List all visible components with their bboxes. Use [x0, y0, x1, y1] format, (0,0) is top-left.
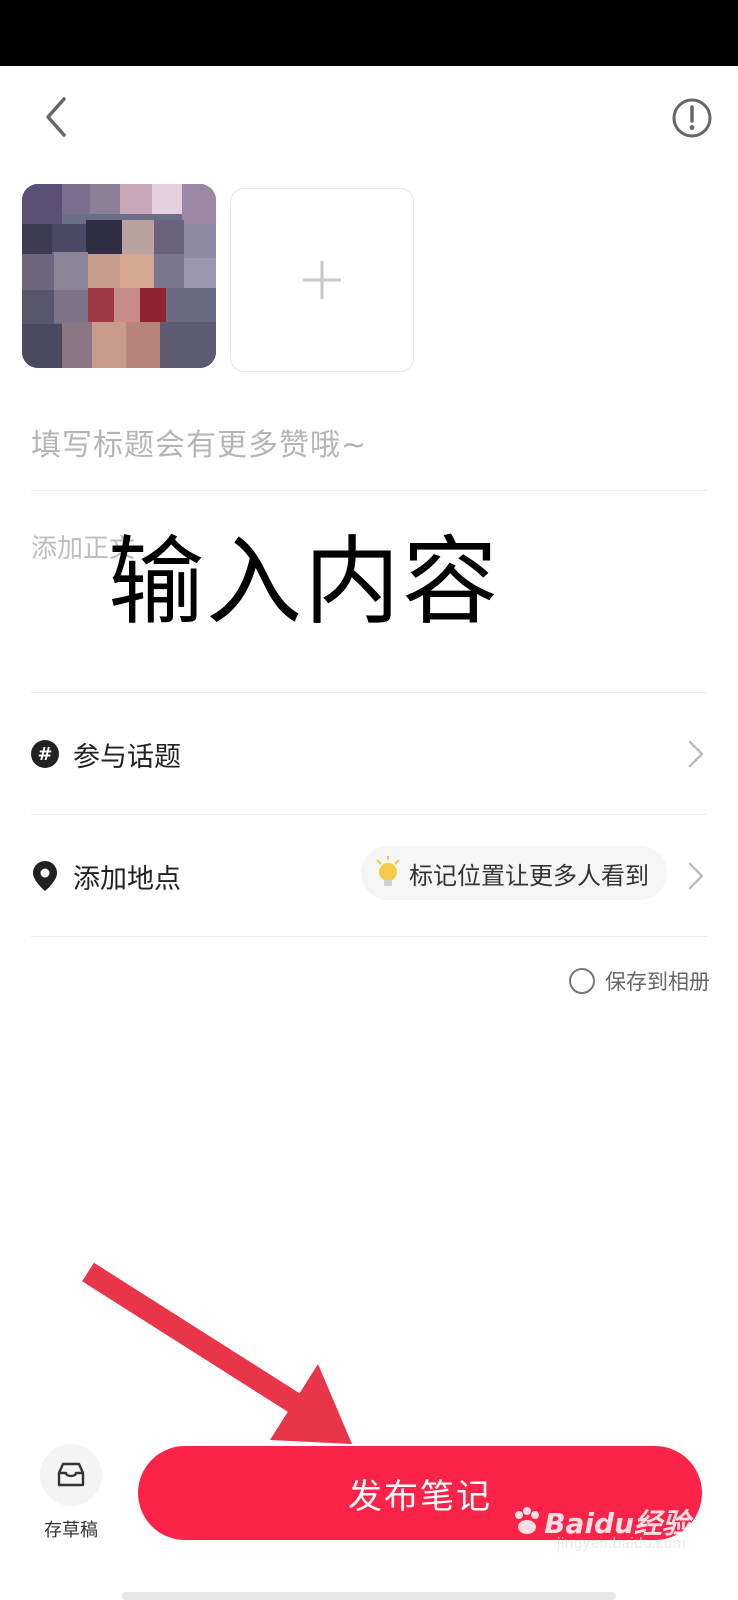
radio-circle-icon[interactable]: [569, 968, 595, 994]
topic-row[interactable]: # 参与话题: [31, 722, 707, 786]
lightbulb-icon: [376, 856, 400, 886]
pixelated-photo: [22, 184, 216, 368]
selected-photo-thumbnail[interactable]: [22, 184, 216, 368]
add-photo-button[interactable]: [230, 188, 414, 372]
status-bar: [0, 0, 738, 66]
map-pin-icon: [31, 860, 59, 892]
home-indicator: [122, 1592, 616, 1600]
exclamation-circle-icon: [672, 98, 712, 138]
chevron-right-icon: [688, 862, 704, 890]
location-hint-text: 标记位置让更多人看到: [409, 861, 649, 890]
chevron-left-icon: [46, 97, 66, 137]
watermark-url: jingyan.baidu.com: [556, 1536, 686, 1552]
title-input[interactable]: 填写标题会有更多赞哦~: [31, 420, 367, 464]
save-draft-button[interactable]: 存草稿: [34, 1444, 108, 1542]
save-to-album-label: 保存到相册: [605, 970, 710, 994]
divider: [31, 936, 707, 937]
hashtag-icon: #: [31, 740, 59, 768]
chevron-right-icon: [688, 740, 704, 768]
divider: [31, 490, 707, 491]
location-label: 添加地点: [73, 863, 181, 895]
publish-label: 发布笔记: [348, 1476, 492, 1517]
back-button[interactable]: [36, 92, 76, 142]
draft-label: 存草稿: [44, 1520, 98, 1541]
draft-icon-circle: [40, 1444, 102, 1506]
divider: [31, 814, 707, 815]
annotation-overlay-text: 输入内容: [108, 526, 500, 638]
topic-label: 参与话题: [73, 741, 181, 773]
location-hint-chip[interactable]: 标记位置让更多人看到: [361, 846, 667, 900]
baidu-watermark: Baidu经验 jingyan.baidu.com: [510, 1502, 690, 1552]
paw-icon: [515, 1507, 540, 1534]
inbox-icon: [57, 1462, 85, 1487]
info-button[interactable]: [670, 96, 714, 140]
plus-icon: [303, 261, 341, 299]
divider: [31, 692, 707, 693]
location-row[interactable]: 添加地点 标记位置让更多人看到: [31, 844, 707, 908]
save-to-album-toggle[interactable]: 保存到相册: [569, 966, 710, 996]
